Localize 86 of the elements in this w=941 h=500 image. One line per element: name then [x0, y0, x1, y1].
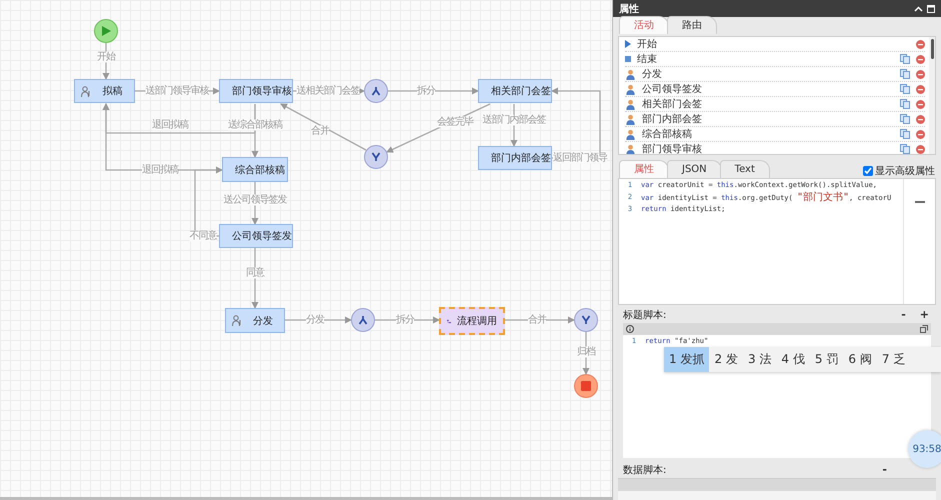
edge-label: 不同意: [190, 230, 216, 242]
tab[interactable]: 路由: [667, 16, 717, 34]
edge-label: 退回拟稿: [152, 120, 188, 130]
node-label: 综合部核稿: [235, 164, 285, 176]
edge-label: 送部门内部会签: [482, 114, 546, 126]
person-icon: [625, 84, 636, 94]
edge-label: 送综合部核稿: [228, 120, 282, 130]
delete-icon[interactable]: [916, 84, 925, 94]
edge-label: 返回部门领导: [553, 152, 607, 164]
edge-label: 合并: [311, 126, 329, 136]
delete-icon[interactable]: [916, 130, 925, 138]
edge-label: 合并: [528, 314, 546, 326]
edge-label: 开始: [97, 52, 115, 62]
activity-name[interactable]: 结束: [637, 52, 894, 66]
ime-candidate[interactable]: 1 发抓: [664, 347, 710, 372]
checkbox-label: 显示高级属性: [875, 164, 935, 178]
timer-bubble[interactable]: 93:58: [908, 430, 941, 468]
edge-label: 同意: [246, 268, 264, 278]
fork-icon: [358, 315, 368, 325]
edge-label: 退回拟稿: [142, 164, 178, 176]
panel-title: 属性: [619, 2, 640, 16]
ime-candidate[interactable]: 5 罚: [810, 347, 844, 372]
join-icon: [371, 152, 381, 162]
activity-name[interactable]: 公司领导签发: [642, 82, 894, 96]
connector-arrow: [285, 316, 352, 324]
play-icon: [102, 26, 110, 36]
ime-candidate[interactable]: 6 阀: [843, 347, 877, 372]
node-label: 相关部门会签: [491, 84, 551, 98]
ime-candidate[interactable]: 4 伐: [776, 347, 810, 372]
play-icon: [625, 40, 631, 48]
person-icon: [625, 128, 636, 140]
maximize-icon[interactable]: [927, 4, 935, 12]
stop-icon: [581, 381, 591, 391]
node-label: 部门内部会签: [491, 152, 551, 165]
square-icon: [625, 56, 631, 62]
delete-icon[interactable]: [916, 40, 925, 48]
section-label: 标题脚本:: [623, 308, 668, 322]
delete-icon[interactable]: [916, 114, 925, 124]
ime-candidate[interactable]: 7 乏: [876, 347, 910, 372]
edge-label: 送相关部门会签: [296, 86, 360, 96]
person-icon: [625, 98, 636, 110]
edge-label: 归档: [577, 346, 595, 358]
person-icon: [625, 114, 636, 124]
delete-icon[interactable]: [916, 70, 925, 78]
zoom-button[interactable]: +: [918, 309, 931, 321]
ime-candidate[interactable]: 3 法: [742, 347, 776, 372]
edge-label: 送部门领导审核: [146, 86, 208, 96]
info-icon[interactable]: [626, 325, 634, 333]
fork-icon: [371, 86, 381, 96]
section-label: 数据脚本:: [623, 464, 668, 477]
ruler-mark: [914, 201, 924, 203]
collapse-icon[interactable]: [914, 6, 923, 12]
join-icon: [581, 315, 591, 325]
node-label: 流程调用: [457, 314, 497, 328]
person-icon: [232, 315, 242, 326]
node-label: 部门领导审核: [232, 84, 292, 98]
edge-label: 分发: [306, 314, 324, 326]
edge-label: 拆分: [396, 314, 414, 326]
activity-name[interactable]: 开始: [637, 37, 910, 51]
person-icon: [625, 144, 636, 154]
ime-candidate[interactable]: 2 发: [709, 347, 743, 372]
edge-label: 拆分: [417, 86, 435, 96]
zoom-button[interactable]: -: [880, 464, 889, 476]
tab[interactable]: 属性: [619, 160, 669, 178]
zoom-button[interactable]: -: [899, 309, 908, 321]
activity-name[interactable]: 综合部核稿: [642, 127, 894, 141]
activity-name[interactable]: 部门内部会签: [642, 112, 894, 126]
tab[interactable]: JSON: [667, 160, 722, 178]
edge-label: 送公司领导签发: [224, 194, 286, 206]
expand-icon[interactable]: [920, 325, 928, 333]
person-icon: [625, 68, 636, 80]
edge-label: 会签完毕: [437, 116, 473, 128]
activity-name[interactable]: 分发: [642, 67, 894, 81]
tab[interactable]: 活动: [619, 16, 669, 34]
node-label: 分发: [252, 314, 274, 328]
activity-name[interactable]: 相关部门会签: [642, 97, 894, 111]
delete-icon[interactable]: [916, 144, 925, 154]
delete-icon[interactable]: [916, 100, 925, 108]
activity-name[interactable]: 部门领导审核: [642, 142, 894, 154]
person-icon: [81, 86, 91, 96]
delete-icon[interactable]: [916, 54, 925, 64]
tab[interactable]: Text: [720, 160, 770, 178]
node-label: 公司领导签发: [232, 230, 292, 243]
scrollbar-thumb[interactable]: [930, 39, 934, 59]
advanced-checkbox[interactable]: [863, 166, 873, 176]
node-label: 拟稿: [102, 84, 124, 98]
